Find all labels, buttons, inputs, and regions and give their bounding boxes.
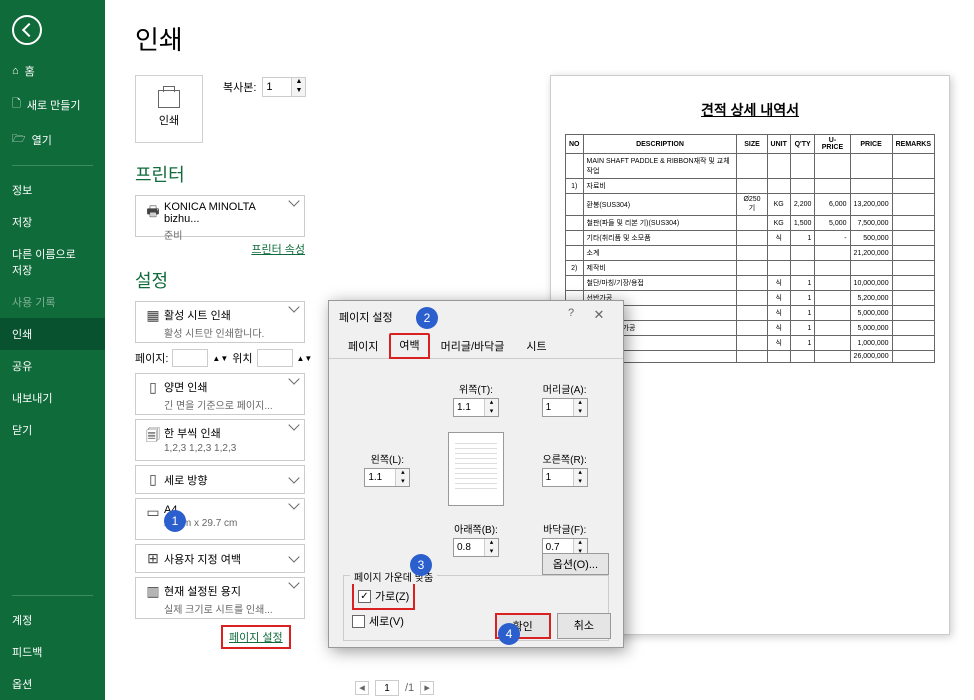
- sidebar-saveas[interactable]: 다른 이름으로 저장: [0, 238, 105, 286]
- margin-bottom-input[interactable]: [454, 539, 484, 556]
- dialog-close-button[interactable]: ✕: [585, 307, 613, 327]
- margins-dropdown[interactable]: ⊞ 사용자 지정 여백: [135, 544, 305, 573]
- page-thumbnail: [448, 432, 504, 506]
- collate-icon: 🗐: [142, 425, 164, 449]
- center-horizontal-checkbox[interactable]: 가로(Z): [358, 588, 409, 604]
- sidebar-new[interactable]: 🗋새로 만들기: [0, 87, 105, 122]
- dialog-tabs: 페이지 여백 머리글/바닥글 시트: [329, 333, 623, 359]
- sidebar-home[interactable]: ⌂홈: [0, 55, 105, 87]
- printer-device-icon: 🖶: [142, 201, 164, 225]
- sidebar-info[interactable]: 정보: [0, 174, 105, 206]
- sidebar-options[interactable]: 옵션: [0, 668, 105, 700]
- paper-dropdown[interactable]: ▭ A421 cm x 29.7 cm: [135, 498, 305, 540]
- dialog-options-button[interactable]: 옵션(O)...: [542, 553, 609, 575]
- printer-icon: [158, 90, 180, 108]
- copies-input[interactable]: [263, 78, 291, 96]
- page-to-input[interactable]: [257, 349, 293, 367]
- page-title: 인쇄: [135, 20, 944, 57]
- copies-label: 복사본:: [223, 79, 256, 95]
- page-setup-link[interactable]: 페이지 설정: [221, 625, 291, 649]
- chevron-down-icon: [288, 472, 299, 483]
- dialog-cancel-button[interactable]: 취소: [557, 613, 611, 639]
- sheets-icon: ▦: [142, 307, 164, 324]
- folder-icon: 🗁: [12, 130, 26, 149]
- page-from-input[interactable]: [172, 349, 208, 367]
- spin-down[interactable]: ▼: [291, 87, 305, 96]
- sidebar-account[interactable]: 계정: [0, 604, 105, 636]
- chevron-down-icon: [288, 195, 299, 206]
- page-setup-dialog: 페이지 설정 ? ✕ 페이지 여백 머리글/바닥글 시트 위쪽(T):▴▾ 머리…: [328, 300, 624, 648]
- orientation-dropdown[interactable]: ▯ 세로 방향: [135, 465, 305, 494]
- file-icon: 🗋: [12, 95, 21, 114]
- duplex-dropdown[interactable]: ▯ 양면 인쇄긴 면을 기준으로 페이지...: [135, 373, 305, 415]
- pager-prev[interactable]: ◂: [355, 681, 369, 695]
- margin-left-input[interactable]: [365, 469, 395, 486]
- tab-margins[interactable]: 여백: [389, 333, 429, 359]
- callout-2: 2: [416, 307, 438, 329]
- sidebar-save[interactable]: 저장: [0, 206, 105, 238]
- tab-sheet[interactable]: 시트: [515, 333, 557, 359]
- margin-header-input[interactable]: [543, 399, 573, 416]
- callout-4: 4: [498, 623, 520, 645]
- chevron-down-icon: [288, 419, 299, 430]
- sidebar-export[interactable]: 내보내기: [0, 382, 105, 414]
- print-button[interactable]: 인쇄: [135, 75, 203, 143]
- portrait-icon: ▯: [142, 471, 164, 488]
- chevron-down-icon: [288, 373, 299, 384]
- margins-icon: ⊞: [142, 550, 164, 567]
- dialog-help-button[interactable]: ?: [557, 307, 585, 327]
- chevron-down-icon: [288, 577, 299, 588]
- printer-dropdown[interactable]: 🖶 KONICA MINOLTA bizhu... 준비: [135, 195, 305, 237]
- callout-1: 1: [164, 510, 186, 532]
- pager-next[interactable]: ▸: [420, 681, 434, 695]
- dialog-title: 페이지 설정: [339, 309, 393, 325]
- collate-dropdown[interactable]: 🗐 한 부씩 인쇄1,2,3 1,2,3 1,2,3: [135, 419, 305, 461]
- tab-header-footer[interactable]: 머리글/바닥글: [430, 333, 516, 359]
- preview-pager: ◂ /1 ▸: [355, 680, 434, 696]
- chevron-down-icon: [288, 498, 299, 509]
- sidebar-feedback[interactable]: 피드백: [0, 636, 105, 668]
- sidebar-close[interactable]: 닫기: [0, 414, 105, 446]
- backstage-sidebar: ⌂홈 🗋새로 만들기 🗁열기 정보 저장 다른 이름으로 저장 사용 기록 인쇄…: [0, 0, 105, 700]
- sidebar-history: 사용 기록: [0, 286, 105, 318]
- tab-page[interactable]: 페이지: [337, 333, 389, 359]
- chevron-down-icon: [288, 551, 299, 562]
- margin-top-input[interactable]: [454, 399, 484, 416]
- paper-icon: ▭: [142, 504, 164, 521]
- spin-up[interactable]: ▲: [291, 78, 305, 87]
- sidebar-open[interactable]: 🗁열기: [0, 122, 105, 157]
- home-icon: ⌂: [12, 65, 19, 77]
- callout-3: 3: [410, 554, 432, 576]
- scaling-dropdown[interactable]: ▥ 현재 설정된 용지실제 크기로 시트를 인쇄...: [135, 577, 305, 619]
- chevron-down-icon: [288, 301, 299, 312]
- duplex-icon: ▯: [142, 379, 164, 396]
- printer-properties-link[interactable]: 프린터 속성: [135, 241, 305, 257]
- scaling-icon: ▥: [142, 583, 164, 600]
- back-button[interactable]: [12, 15, 42, 45]
- sidebar-share[interactable]: 공유: [0, 350, 105, 382]
- pager-page-input[interactable]: [375, 680, 399, 696]
- sidebar-print[interactable]: 인쇄: [0, 318, 105, 350]
- print-what-dropdown[interactable]: ▦ 활성 시트 인쇄활성 시트만 인쇄합니다.: [135, 301, 305, 343]
- margin-right-input[interactable]: [543, 469, 573, 486]
- copies-spinner[interactable]: ▲▼: [262, 77, 306, 97]
